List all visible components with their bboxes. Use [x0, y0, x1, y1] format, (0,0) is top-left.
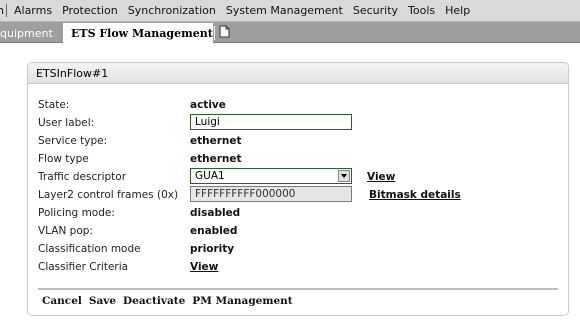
classifier-criteria-view-link[interactable]: View — [190, 261, 218, 273]
menu-item-system-management[interactable]: System Management — [221, 4, 348, 17]
menu-bar: n Alarms Protection Synchronization Syst… — [0, 0, 580, 22]
new-tab-button[interactable] — [213, 23, 235, 43]
tab-equipment[interactable]: quipment — [0, 23, 62, 43]
save-button[interactable]: Save — [89, 295, 116, 307]
menu-item-view[interactable]: n — [0, 4, 7, 17]
policing-mode-label: Policing mode: — [38, 207, 115, 219]
bitmask-details-link[interactable]: Bitmask details — [369, 189, 461, 201]
traffic-descriptor-selected: GUA1 — [195, 170, 225, 182]
vlan-pop-value: enabled — [190, 225, 238, 237]
flow-type-label: Flow type — [38, 153, 89, 165]
menu-item-synchronization[interactable]: Synchronization — [123, 4, 221, 17]
menu-item-security[interactable]: Security — [348, 4, 403, 17]
layer2-control-frames-field: FFFFFFFFFF000000 — [190, 186, 352, 202]
pm-management-button[interactable]: PM Management — [192, 295, 292, 307]
classifier-criteria-label: Classifier Criteria — [38, 261, 129, 273]
user-label-label: User label: — [38, 117, 95, 129]
service-type-value: ethernet — [190, 135, 242, 147]
classification-mode-label: Classification mode — [38, 243, 141, 255]
layer2-control-frames-label: Layer2 control frames (0x) — [38, 189, 179, 201]
footer-divider — [38, 288, 558, 290]
user-label-input[interactable]: Luigi — [190, 114, 352, 130]
state-label: State: — [38, 99, 70, 111]
action-bar: Cancel Save Deactivate PM Management — [42, 295, 293, 307]
menu-item-protection[interactable]: Protection — [57, 4, 123, 17]
policing-mode-value: disabled — [190, 207, 241, 219]
menu-item-alarms[interactable]: Alarms — [9, 4, 57, 17]
cancel-button[interactable]: Cancel — [42, 295, 82, 307]
tab-separator — [214, 26, 215, 40]
tab-ets-flow-management[interactable]: ETS Flow Management — [63, 23, 213, 43]
flow-type-value: ethernet — [190, 153, 242, 165]
tab-bar: quipment ETS Flow Management — [0, 22, 580, 43]
chevron-down-icon[interactable] — [338, 170, 350, 182]
flow-details-panel: ETSInFlow#1 State: active User label: Lu… — [27, 62, 569, 316]
state-value: active — [190, 99, 226, 111]
panel-title: ETSInFlow#1 — [28, 63, 568, 84]
service-type-label: Service type: — [38, 135, 108, 147]
menu-item-help[interactable]: Help — [440, 4, 475, 17]
menu-item-tools[interactable]: Tools — [403, 4, 440, 17]
traffic-descriptor-label: Traffic descriptor — [38, 171, 127, 183]
new-document-icon — [219, 25, 230, 41]
traffic-descriptor-view-link[interactable]: View — [367, 171, 395, 183]
traffic-descriptor-select[interactable]: GUA1 — [190, 168, 352, 184]
classification-mode-value: priority — [190, 243, 235, 255]
vlan-pop-label: VLAN pop: — [38, 225, 93, 237]
deactivate-button[interactable]: Deactivate — [123, 295, 185, 307]
